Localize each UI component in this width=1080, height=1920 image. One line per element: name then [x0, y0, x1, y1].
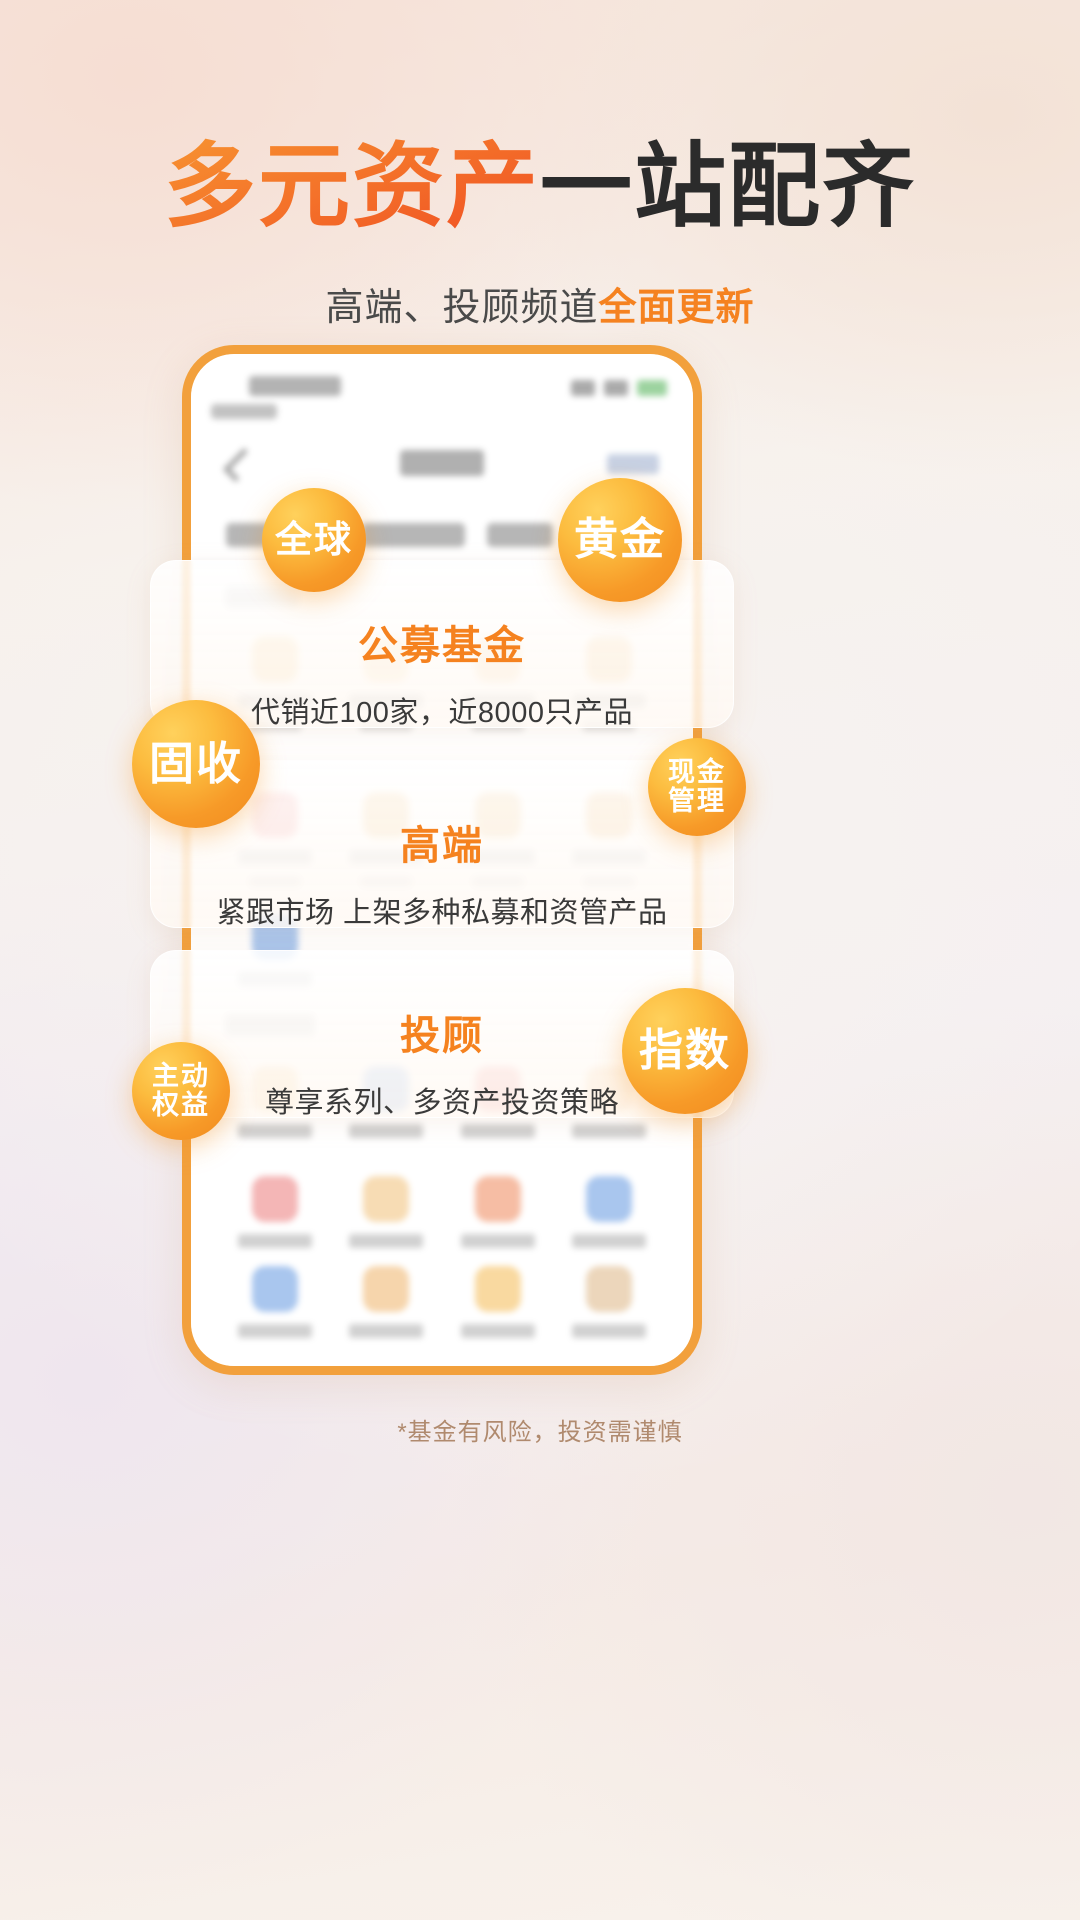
grid-label — [237, 1124, 312, 1138]
grid-icon — [474, 1266, 521, 1312]
bubble-label-line1: 主动 — [152, 1060, 210, 1091]
grid-item[interactable] — [331, 1266, 443, 1338]
grid-label — [460, 1234, 535, 1248]
bubble-label: 全球 — [275, 519, 353, 561]
signal-icon — [571, 380, 595, 396]
bubble-global: 全球 — [262, 488, 366, 592]
battery-icon — [637, 380, 667, 396]
grid-icon — [586, 1176, 633, 1222]
bubble-active-equity: 主动 权益 — [132, 1042, 230, 1140]
grid-label — [572, 1234, 647, 1248]
grid-label — [237, 1234, 312, 1248]
grid-item[interactable] — [442, 1176, 554, 1248]
status-bar-time — [249, 376, 341, 396]
navbar-action-button[interactable] — [607, 454, 659, 474]
page-title: 多元资产一站配齐 — [0, 140, 1080, 232]
navbar-title — [400, 450, 484, 476]
grid-label — [349, 1124, 424, 1138]
grid-item[interactable] — [554, 1266, 666, 1338]
tab-item[interactable] — [487, 523, 554, 547]
bubble-index: 指数 — [622, 988, 748, 1114]
grid-label — [460, 1124, 535, 1138]
grid-icon — [363, 1266, 410, 1312]
wifi-icon — [604, 380, 628, 396]
tab-item[interactable] — [360, 523, 465, 547]
grid-icon — [251, 1176, 298, 1222]
grid-icon — [251, 1266, 298, 1312]
bubble-fixed-income: 固收 — [132, 700, 260, 828]
grid-item[interactable] — [331, 1176, 443, 1248]
grid-label — [237, 1324, 312, 1338]
grid-label — [572, 1324, 647, 1338]
risk-disclaimer: *基金有风险，投资需谨慎 — [397, 1419, 683, 1446]
bubble-label: 固收 — [148, 737, 243, 789]
page-subtitle-accent: 全面更新 — [598, 287, 755, 329]
back-arrow-icon[interactable] — [223, 448, 257, 482]
page-subtitle-plain: 高端、投顾频道 — [325, 287, 599, 329]
grid-item[interactable] — [219, 1176, 331, 1248]
grid-icon — [363, 1176, 410, 1222]
icon-grid-row — [191, 1176, 693, 1248]
status-bar-icons — [571, 380, 667, 396]
page-title-dark: 一站配齐 — [540, 132, 917, 240]
status-bar-carrier — [211, 404, 277, 419]
grid-item[interactable] — [219, 1266, 331, 1338]
feature-card-desc: 紧跟市场 上架多种私募和资管产品 — [216, 897, 668, 929]
grid-label — [460, 1324, 535, 1338]
bubble-cash-management: 现金 管理 — [648, 738, 746, 836]
grid-item[interactable] — [442, 1266, 554, 1338]
bubble-label: 黄金 — [574, 515, 666, 565]
promo-header: 多元资产一站配齐 高端、投顾频道全面更新 — [0, 0, 1080, 331]
grid-label — [349, 1324, 424, 1338]
status-bar — [191, 376, 693, 419]
page-subtitle: 高端、投顾频道全面更新 — [0, 276, 1080, 331]
bubble-label-line2: 管理 — [668, 786, 726, 816]
grid-icon — [474, 1176, 521, 1222]
icon-grid-row — [191, 1266, 693, 1338]
page-title-accent: 多元资产 — [163, 132, 540, 240]
grid-item[interactable] — [554, 1176, 666, 1248]
bubble-gold: 黄金 — [558, 478, 682, 602]
bubble-label-line1: 现金 — [668, 756, 726, 787]
grid-icon — [586, 1266, 633, 1312]
grid-label — [349, 1234, 424, 1248]
grid-label — [572, 1124, 647, 1138]
bubble-label-line2: 权益 — [152, 1090, 210, 1120]
bubble-label: 指数 — [639, 1026, 731, 1076]
